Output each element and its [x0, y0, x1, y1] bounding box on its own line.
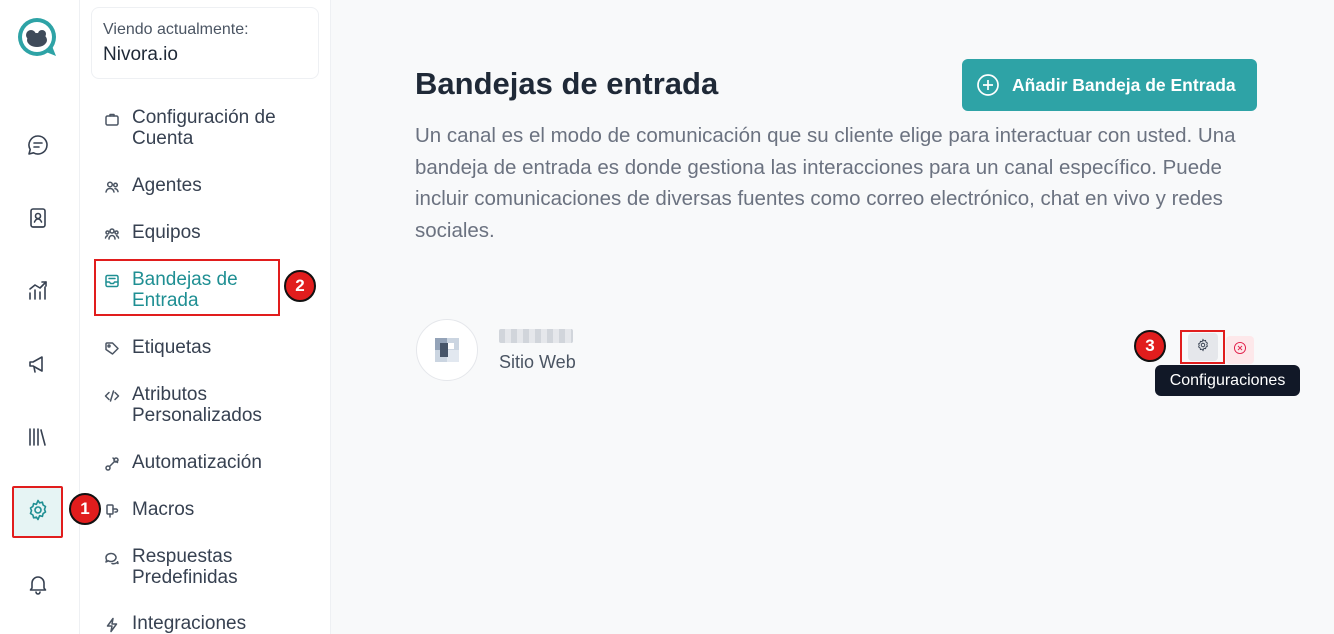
inbox-name-redacted [499, 329, 573, 343]
library-icon [26, 425, 50, 454]
sidebar-item-label: Equipos [132, 222, 201, 243]
step-badge-3: 3 [1134, 330, 1166, 362]
account-label: Viendo actualmente: [103, 21, 249, 38]
sidebar-item-labels[interactable]: Etiquetas [104, 337, 304, 358]
page-title: Bandejas de entrada [415, 66, 719, 101]
campaigns-rail-button[interactable] [20, 348, 56, 384]
delete-inbox-button[interactable] [1226, 336, 1254, 364]
sidebar-item-custom-attributes[interactable]: Atributos Personalizados [104, 384, 304, 426]
account-name: Nivora.io [103, 44, 178, 65]
settings-rail-button[interactable] [12, 486, 63, 538]
gear-icon [1196, 337, 1210, 357]
sidebar-item-label: Agentes [132, 175, 202, 196]
reports-rail-button[interactable] [20, 275, 56, 311]
users-icon [104, 179, 120, 195]
library-rail-button[interactable] [20, 421, 56, 457]
sidebar-item-canned-responses[interactable]: Respuestas Predefinidas [104, 546, 304, 588]
sidebar-item-label: Etiquetas [132, 337, 212, 358]
sidebar-item-account-settings[interactable]: Configuración de Cuenta [104, 107, 304, 149]
team-icon [104, 226, 120, 242]
sidebar-item-label: Automatización [132, 452, 262, 473]
megaphone-icon [26, 352, 50, 381]
sidebar-item-label: Macros [132, 499, 195, 520]
step-badge-1: 1 [69, 493, 101, 525]
highlight-box-inboxes [94, 259, 280, 316]
briefcase-icon [104, 111, 120, 127]
macro-icon [104, 503, 120, 519]
sidebar-item-agents[interactable]: Agentes [104, 175, 304, 196]
website-channel-icon [434, 337, 460, 363]
account-switcher[interactable]: Viendo actualmente: Nivora.io [91, 7, 319, 79]
contact-book-icon [26, 206, 50, 235]
automation-icon [104, 456, 120, 472]
inbox-avatar [416, 319, 478, 381]
chart-icon [26, 279, 50, 308]
sidebar-item-integrations[interactable]: Integraciones [104, 613, 304, 634]
plus-circle-icon [976, 73, 1000, 97]
notifications-rail-button[interactable] [20, 568, 56, 604]
sidebar-item-label: Atributos Personalizados [132, 384, 262, 426]
page-description: Un canal es el modo de comunicación que … [415, 124, 1236, 242]
contacts-rail-button[interactable] [20, 202, 56, 238]
app-logo-icon[interactable] [16, 16, 60, 60]
settings-tooltip: Configuraciones [1155, 365, 1300, 396]
tag-icon [104, 341, 120, 357]
main-content: Bandejas de entrada Un canal es el modo … [331, 0, 1334, 634]
gear-icon [26, 498, 50, 527]
bell-icon [26, 572, 50, 601]
sidebar-item-automation[interactable]: Automatización [104, 452, 304, 473]
sidebar-item-label: Integraciones [132, 613, 247, 634]
sidebar-item-label: Configuración de Cuenta [132, 107, 276, 149]
sidebar-item-label: Respuestas Predefinidas [132, 546, 238, 588]
add-inbox-button[interactable]: Añadir Bandeja de Entrada [962, 59, 1257, 111]
add-inbox-label: Añadir Bandeja de Entrada [1012, 74, 1236, 95]
icon-rail [0, 0, 80, 634]
sidebar-item-macros[interactable]: Macros [104, 499, 304, 520]
close-circle-icon [1233, 341, 1247, 360]
step-badge-2: 2 [284, 270, 316, 302]
sidebar-item-teams[interactable]: Equipos [104, 222, 304, 243]
conversations-rail-button[interactable] [20, 129, 56, 165]
inbox-channel-type: Sitio Web [499, 352, 576, 372]
lightning-icon [104, 617, 120, 633]
code-icon [104, 388, 120, 404]
chat-bubbles-icon [104, 550, 120, 566]
inbox-settings-button[interactable] [1180, 330, 1225, 364]
chat-icon [26, 133, 50, 162]
